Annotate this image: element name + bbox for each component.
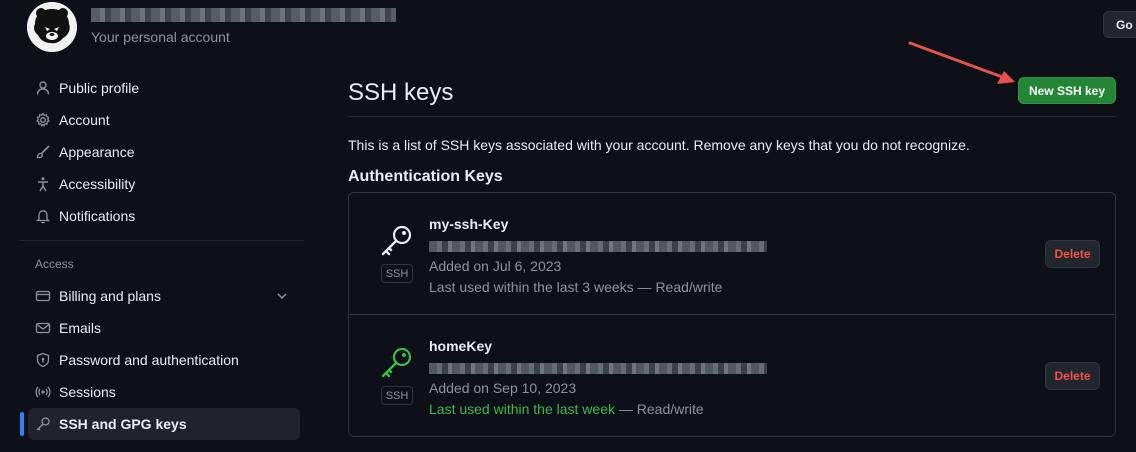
ssh-badge: SSH bbox=[381, 386, 413, 405]
new-ssh-key-button[interactable]: New SSH key bbox=[1018, 77, 1116, 104]
list-item: SSH homeKey Added on Sep 10, 2023 Last u… bbox=[349, 314, 1115, 436]
last-used-text: Last used within the last week bbox=[429, 401, 615, 417]
sidebar-item-label: Accessibility bbox=[59, 176, 136, 192]
bear-logo-icon bbox=[27, 2, 77, 52]
active-indicator bbox=[20, 412, 24, 436]
key-icon bbox=[381, 225, 412, 256]
redacted-account-name bbox=[91, 8, 396, 22]
last-used-text: Last used within the last 3 weeks bbox=[429, 279, 634, 295]
sidebar-item-notifications[interactable]: Notifications bbox=[28, 200, 300, 232]
credit-card-icon bbox=[35, 288, 51, 304]
paintbrush-icon bbox=[35, 144, 51, 160]
sidebar-divider bbox=[20, 240, 304, 241]
delete-key-button[interactable]: Delete bbox=[1045, 362, 1100, 390]
accessibility-icon bbox=[35, 176, 51, 192]
list-item: SSH my-ssh-Key Added on Jul 6, 2023 Last… bbox=[349, 193, 1115, 315]
access-level: — Read/write bbox=[615, 401, 704, 417]
sidebar-item-ssh-gpg-keys[interactable]: SSH and GPG keys bbox=[28, 408, 300, 440]
key-name: homeKey bbox=[429, 338, 493, 354]
sidebar-item-account[interactable]: Account bbox=[28, 104, 300, 136]
account-subtitle: Your personal account bbox=[91, 29, 230, 45]
chevron-down-icon[interactable] bbox=[274, 288, 290, 304]
key-icon bbox=[381, 347, 412, 378]
sidebar-item-label: SSH and GPG keys bbox=[59, 416, 187, 432]
page-title: SSH keys bbox=[348, 79, 454, 106]
ssh-badge: SSH bbox=[381, 264, 413, 283]
sidebar-item-accessibility[interactable]: Accessibility bbox=[28, 168, 300, 200]
go-to-profile-button[interactable]: Go t bbox=[1103, 11, 1136, 38]
mail-icon bbox=[35, 320, 51, 336]
page-description: This is a list of SSH keys associated wi… bbox=[348, 137, 970, 153]
key-added-date: Added on Jul 6, 2023 bbox=[429, 258, 562, 274]
sidebar-item-billing[interactable]: Billing and plans bbox=[28, 280, 300, 312]
sidebar-item-public-profile[interactable]: Public profile bbox=[28, 72, 300, 104]
annotation-arrow-icon bbox=[908, 41, 1015, 84]
sidebar-item-label: Public profile bbox=[59, 80, 140, 96]
sidebar-heading-access: Access bbox=[35, 257, 74, 271]
sidebar-item-label: Appearance bbox=[59, 144, 135, 160]
sidebar-item-emails[interactable]: Emails bbox=[28, 312, 300, 344]
title-divider bbox=[348, 116, 1116, 117]
redacted-fingerprint bbox=[429, 241, 767, 252]
ssh-keys-list: SSH my-ssh-Key Added on Jul 6, 2023 Last… bbox=[348, 192, 1116, 437]
key-name: my-ssh-Key bbox=[429, 216, 509, 232]
sidebar-item-sessions[interactable]: Sessions bbox=[28, 376, 300, 408]
sidebar-item-label: Emails bbox=[59, 320, 102, 336]
sidebar-item-label: Account bbox=[59, 112, 110, 128]
key-added-date: Added on Sep 10, 2023 bbox=[429, 380, 577, 396]
broadcast-icon bbox=[35, 384, 51, 400]
section-title: Authentication Keys bbox=[348, 168, 503, 185]
sidebar-item-label: Billing and plans bbox=[59, 288, 161, 304]
redacted-fingerprint bbox=[429, 363, 767, 374]
key-icon bbox=[35, 416, 51, 432]
bell-icon bbox=[35, 208, 51, 224]
delete-key-button[interactable]: Delete bbox=[1045, 240, 1100, 268]
sidebar-item-appearance[interactable]: Appearance bbox=[28, 136, 300, 168]
key-last-used: Last used within the last 3 weeks — Read… bbox=[429, 279, 722, 295]
person-icon bbox=[35, 80, 51, 96]
avatar[interactable] bbox=[27, 2, 77, 52]
shield-lock-icon bbox=[35, 352, 51, 368]
sidebar-item-label: Notifications bbox=[59, 208, 136, 224]
gear-icon bbox=[35, 112, 51, 128]
sidebar-item-label: Password and authentication bbox=[59, 352, 239, 368]
sidebar-item-label: Sessions bbox=[59, 384, 116, 400]
key-last-used: Last used within the last week — Read/wr… bbox=[429, 401, 704, 417]
access-level: — Read/write bbox=[633, 279, 723, 295]
sidebar-item-password-authentication[interactable]: Password and authentication bbox=[28, 344, 300, 376]
